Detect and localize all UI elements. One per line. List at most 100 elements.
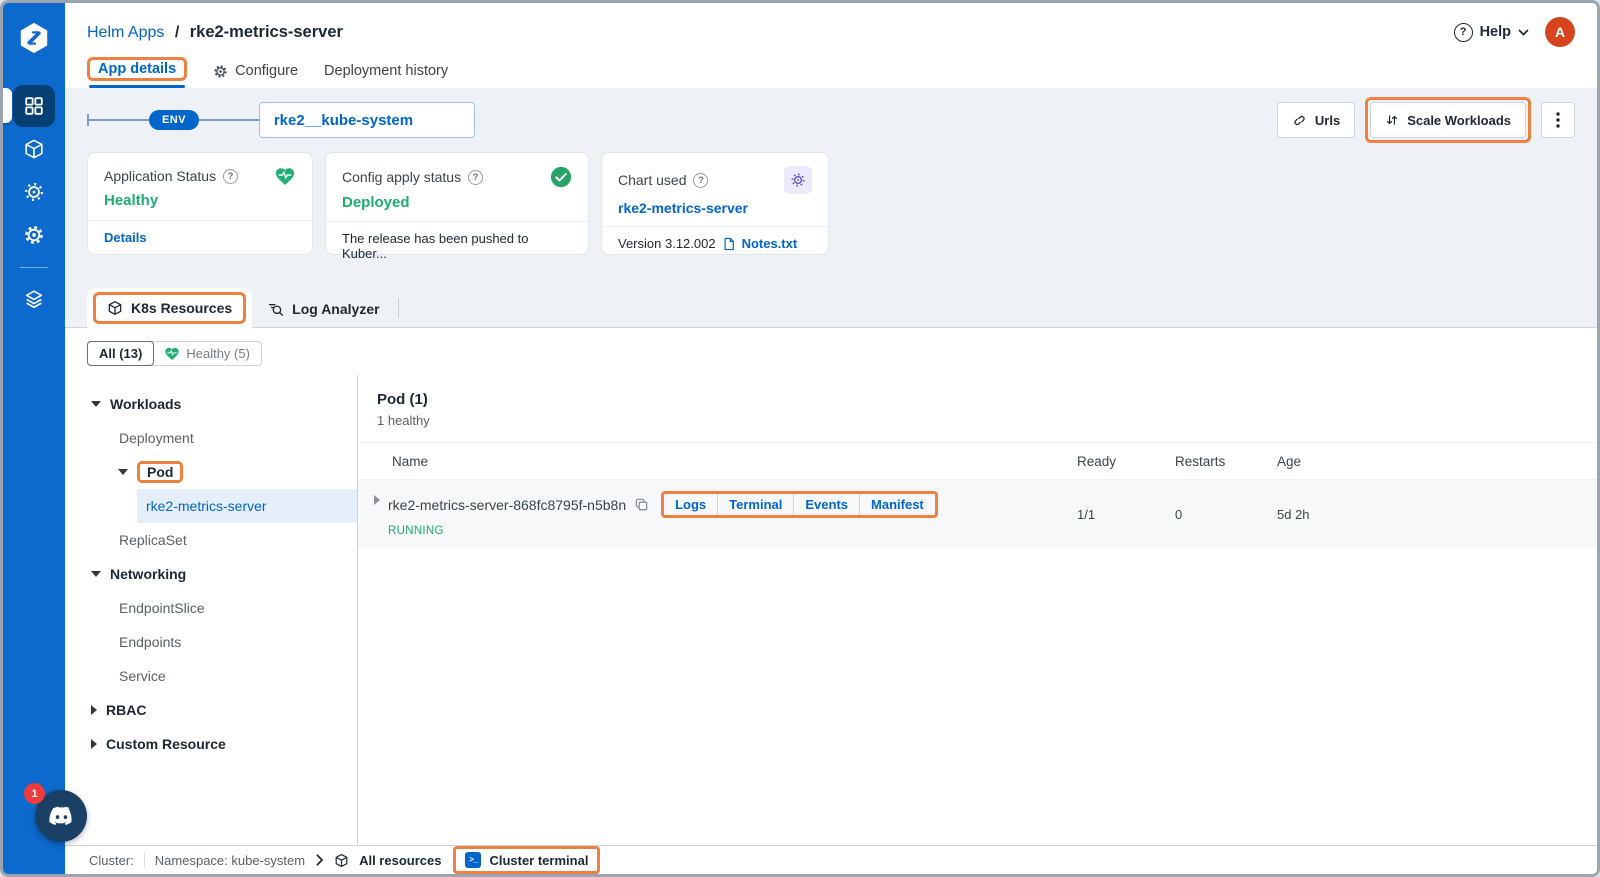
filter-healthy[interactable]: Healthy (5)	[153, 342, 261, 365]
tree-item-replicaset[interactable]: ReplicaSet	[65, 523, 357, 557]
helm-wheel-icon	[784, 166, 812, 194]
manifest-button[interactable]: Manifest	[860, 494, 935, 515]
annotation-app-details: App details	[87, 57, 187, 81]
devtron-logo-icon[interactable]	[17, 21, 51, 55]
expand-caret-icon[interactable]	[374, 495, 380, 505]
urls-button-label: Urls	[1315, 113, 1340, 128]
tree-group-networking[interactable]: Networking	[65, 557, 357, 591]
pod-table-panel: Pod (1) 1 healthy Name Ready Restarts Ag…	[358, 375, 1597, 845]
urls-button[interactable]: Urls	[1277, 102, 1355, 138]
pod-restarts-value: 0	[1175, 507, 1277, 522]
tree-item-service[interactable]: Service	[65, 659, 357, 693]
tab-log-analyzer[interactable]: Log Analyzer	[252, 291, 395, 327]
sidebar-item-settings[interactable]	[13, 214, 55, 256]
more-actions-button[interactable]	[1541, 102, 1575, 138]
pod-age-value: 5d 2h	[1277, 507, 1597, 522]
caret-down-icon	[118, 469, 128, 475]
sidebar-item-chart-store[interactable]	[13, 171, 55, 213]
sidebar-item-stack-manager[interactable]	[13, 278, 55, 320]
terminal-icon: >_	[465, 852, 481, 868]
tab-app-details[interactable]: App details	[87, 57, 187, 88]
tree-group-rbac[interactable]: RBAC	[65, 693, 357, 727]
chevron-right-icon	[315, 854, 324, 866]
tree-label: Networking	[110, 566, 186, 582]
topbar: Helm Apps / rke2-metrics-server ? Help A	[65, 3, 1597, 88]
tab-configure[interactable]: Configure	[213, 63, 298, 88]
tree-group-workloads[interactable]: Workloads	[65, 387, 357, 421]
table-header: Name Ready Restarts Age	[358, 442, 1597, 480]
annotation-cluster-terminal: >_ Cluster terminal	[453, 846, 600, 874]
sidebar-item-applications[interactable]	[13, 85, 55, 127]
app-window: 1 Helm Apps / rke2-metrics-server ? Help	[0, 0, 1600, 877]
help-menu[interactable]: ? Help	[1454, 23, 1529, 42]
sidebar-item-resources[interactable]	[13, 128, 55, 170]
cube-icon	[334, 853, 349, 868]
gear-icon	[213, 64, 228, 79]
environment-selector[interactable]: rke2__kube-system	[259, 102, 475, 138]
help-icon: ?	[1454, 23, 1473, 42]
scale-arrows-icon	[1385, 113, 1399, 127]
details-link[interactable]: Details	[104, 230, 147, 245]
status-cards: Application Status ? Healthy	[87, 152, 1575, 255]
tree-item-deployment[interactable]: Deployment	[65, 421, 357, 455]
table-row[interactable]: rke2-metrics-server-868fc8795f-n5b8n	[358, 480, 1597, 548]
health-filter-row: All (13) Healthy (5)	[65, 328, 1597, 375]
pod-name: rke2-metrics-server-868fc8795f-n5b8n	[388, 497, 626, 513]
info-icon[interactable]: ?	[223, 169, 238, 184]
apps-grid-icon	[23, 95, 45, 117]
tab-k8s-resources-label: K8s Resources	[131, 300, 232, 316]
filter-all-label: All (13)	[99, 346, 142, 361]
sidebar-collapse-handle[interactable]	[3, 88, 12, 123]
discord-chat-button[interactable]: 1	[35, 790, 87, 842]
tree-item-endpointslice[interactable]: EndpointSlice	[65, 591, 357, 625]
tree-group-custom-resource[interactable]: Custom Resource	[65, 727, 357, 761]
config-apply-status-card: Config apply status ? Deployed	[325, 152, 589, 255]
sidebar	[3, 3, 65, 874]
avatar[interactable]: A	[1545, 17, 1575, 47]
tree-label: Workloads	[110, 396, 181, 412]
tree-item-rke2-metrics-server[interactable]: rke2-metrics-server	[137, 489, 357, 523]
filter-all[interactable]: All (13)	[87, 341, 154, 366]
breadcrumb-helm-apps-link[interactable]: Helm Apps	[87, 24, 164, 41]
info-icon[interactable]: ?	[693, 173, 708, 188]
annotation-pod-actions: Logs Terminal Events Manifest	[661, 491, 938, 518]
statusbar-divider	[144, 853, 145, 867]
events-button[interactable]: Events	[794, 494, 860, 515]
gear-icon	[23, 224, 45, 246]
terminal-button[interactable]: Terminal	[718, 494, 794, 515]
tab-deployment-history[interactable]: Deployment history	[324, 63, 448, 88]
info-icon[interactable]: ?	[468, 170, 483, 185]
environment-row: ENV rke2__kube-system Urls	[87, 102, 1575, 138]
tab-app-details-label: App details	[98, 61, 176, 77]
column-age: Age	[1277, 454, 1597, 469]
heart-pulse-icon	[274, 166, 296, 186]
chart-version: Version 3.12.002	[618, 236, 716, 251]
tab-k8s-resources[interactable]: K8s Resources	[87, 288, 252, 328]
tab-log-analyzer-label: Log Analyzer	[292, 301, 379, 317]
caret-right-icon	[91, 739, 97, 749]
chart-name-link[interactable]: rke2-metrics-server	[618, 200, 812, 216]
annotation-pod: Pod	[137, 461, 183, 483]
chevron-down-icon	[1518, 29, 1529, 36]
main-area: Helm Apps / rke2-metrics-server ? Help A	[65, 3, 1597, 874]
copy-icon[interactable]	[634, 497, 649, 512]
column-restarts: Restarts	[1175, 454, 1277, 469]
logs-button[interactable]: Logs	[664, 494, 718, 515]
pod-panel-title: Pod (1)	[358, 391, 1597, 408]
tree-label: Service	[119, 668, 166, 684]
page-tabs: App details Configure Deployment history	[87, 51, 1575, 88]
k8s-resources-content: All (13) Healthy (5)	[65, 328, 1597, 845]
tree-label: ReplicaSet	[119, 532, 187, 548]
caret-down-icon	[91, 401, 101, 407]
resource-tabs: K8s Resources Log Analyzer	[65, 288, 1597, 328]
tree-item-pod[interactable]: Pod	[65, 455, 357, 489]
scale-workloads-button[interactable]: Scale Workloads	[1370, 102, 1526, 138]
application-status-card: Application Status ? Healthy	[87, 152, 313, 255]
all-resources-link[interactable]: All resources	[359, 853, 441, 868]
tree-item-endpoints[interactable]: Endpoints	[65, 625, 357, 659]
notes-txt-link[interactable]: Notes.txt	[742, 236, 798, 251]
chart-used-card: Chart used ? rke2-metrics-server	[601, 152, 829, 255]
column-ready: Ready	[1077, 454, 1175, 469]
cluster-terminal-button[interactable]: Cluster terminal	[489, 853, 588, 868]
tree-label: Custom Resource	[106, 736, 226, 752]
